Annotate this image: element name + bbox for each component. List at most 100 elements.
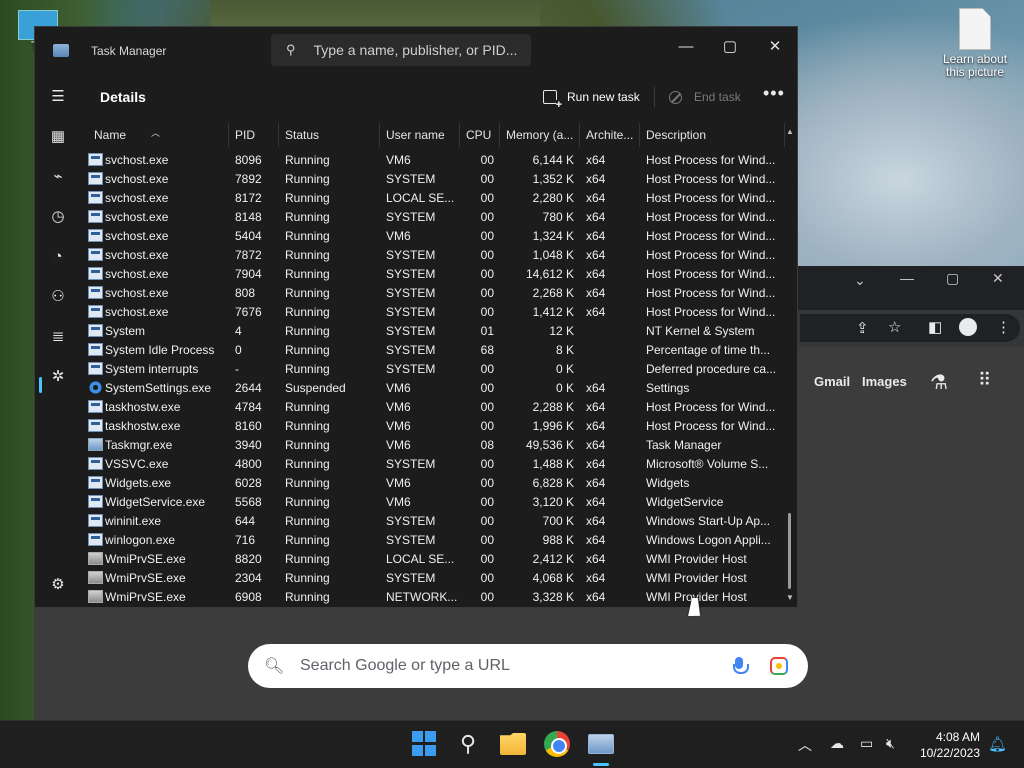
table-row[interactable]: SystemSettings.exe 2644 Suspended VM6 00 0 K x… bbox=[85, 379, 785, 398]
cell-memory: 988 K bbox=[500, 531, 580, 550]
chrome-address-bar[interactable] bbox=[800, 314, 1020, 342]
taskbar-search-icon[interactable]: ⚲ bbox=[455, 731, 481, 757]
table-row[interactable]: svchost.exe 7904 Running SYSTEM 00 14,612 K x6… bbox=[85, 265, 785, 284]
table-row[interactable]: svchost.exe 8172 Running LOCAL SE... 00 2,280… bbox=[85, 189, 785, 208]
processes-icon[interactable]: ▦ bbox=[48, 127, 68, 147]
cell-text: 49,536 K bbox=[525, 438, 574, 452]
table-row[interactable]: System 4 Running SYSTEM 01 12 K NT Kernel & Sy… bbox=[85, 322, 785, 341]
side-panel-icon[interactable]: ◧ bbox=[928, 318, 942, 336]
cell-memory: 700 K bbox=[500, 512, 580, 531]
column-header-cpu[interactable]: CPU bbox=[460, 123, 500, 147]
notification-bell-icon[interactable]: 🔔︎ bbox=[988, 735, 1007, 753]
cell-text: 00 bbox=[480, 457, 494, 471]
table-row[interactable]: taskhostw.exe 8160 Running VM6 00 1,996 K x64 H… bbox=[85, 417, 785, 436]
chrome-tab-search-button[interactable]: ⌄ bbox=[854, 272, 866, 289]
process-search-input[interactable]: ⚲ Type a name, publisher, or PID... bbox=[271, 34, 531, 66]
process-icon bbox=[88, 457, 103, 470]
hamburger-menu-icon[interactable]: ☰ bbox=[48, 87, 68, 107]
cell-status: Running bbox=[279, 246, 380, 265]
cell-text: x64 bbox=[586, 286, 606, 300]
settings-gear-icon[interactable]: ⚙ bbox=[48, 575, 68, 595]
table-row[interactable]: WmiPrvSE.exe 2304 Running SYSTEM 00 4,068 K x6… bbox=[85, 569, 785, 588]
chrome-menu-icon[interactable]: ⋮ bbox=[996, 318, 1011, 336]
cell-text: Host Process for Wind... bbox=[646, 229, 776, 243]
app-history-icon[interactable]: ◷ bbox=[48, 207, 68, 227]
column-header-pid[interactable]: PID bbox=[229, 123, 279, 147]
table-row[interactable]: WmiPrvSE.exe 8820 Running LOCAL SE... 00 2,41… bbox=[85, 550, 785, 569]
table-row[interactable]: Widgets.exe 6028 Running VM6 00 6,828 K x64 Wid… bbox=[85, 474, 785, 493]
performance-icon[interactable]: ⌁ bbox=[48, 167, 68, 187]
vertical-scrollbar[interactable]: ▲ ▼ bbox=[785, 127, 795, 605]
users-icon[interactable]: ⚇ bbox=[48, 287, 68, 307]
column-header-name[interactable]: Name ︿ bbox=[85, 123, 229, 147]
chrome-minimize-button[interactable]: — bbox=[900, 270, 914, 286]
column-header-user-name[interactable]: User name bbox=[380, 123, 460, 147]
cell-cpu: 00 bbox=[460, 303, 500, 322]
volume-muted-icon[interactable]: 🔇︎ bbox=[886, 735, 895, 752]
table-row[interactable]: svchost.exe 7872 Running SYSTEM 00 1,048 K x64… bbox=[85, 246, 785, 265]
desktop-icon-learn-about-picture[interactable]: Learn about this picture bbox=[936, 8, 1014, 79]
column-header-architecture[interactable]: Archite... bbox=[580, 123, 640, 147]
more-options-button[interactable]: ••• bbox=[763, 83, 785, 104]
cell-text: 12 K bbox=[549, 324, 574, 338]
scrollbar-thumb[interactable] bbox=[788, 513, 791, 589]
google-lens-icon[interactable] bbox=[770, 657, 788, 675]
labs-flask-icon[interactable]: ⚗ bbox=[930, 370, 948, 395]
cell-desc: Host Process for Wind... bbox=[640, 208, 785, 227]
table-row[interactable]: System Idle Process 0 Running SYSTEM 68 8 K Pe… bbox=[85, 341, 785, 360]
table-row[interactable]: winlogon.exe 716 Running SYSTEM 00 988 K x64 Wi… bbox=[85, 531, 785, 550]
gmail-link[interactable]: Gmail bbox=[814, 374, 850, 389]
minimize-button[interactable]: — bbox=[671, 33, 701, 61]
details-icon[interactable]: ≣ bbox=[48, 327, 68, 347]
microphone-icon[interactable] bbox=[732, 657, 749, 675]
table-row[interactable]: VSSVC.exe 4800 Running SYSTEM 00 1,488 K x64 Mi… bbox=[85, 455, 785, 474]
start-button[interactable] bbox=[412, 731, 438, 757]
profile-avatar[interactable] bbox=[959, 318, 977, 336]
task-manager-taskbar-icon[interactable] bbox=[588, 734, 614, 754]
file-explorer-icon[interactable] bbox=[500, 733, 526, 755]
table-row[interactable]: svchost.exe 808 Running SYSTEM 00 2,268 K x64 H… bbox=[85, 284, 785, 303]
table-row[interactable]: taskhostw.exe 4784 Running VM6 00 2,288 K x64 H… bbox=[85, 398, 785, 417]
scroll-down-arrow-icon[interactable]: ▼ bbox=[785, 593, 795, 602]
table-row[interactable]: wininit.exe 644 Running SYSTEM 00 700 K x64 Win… bbox=[85, 512, 785, 531]
scroll-up-arrow-icon[interactable]: ▲ bbox=[785, 127, 795, 136]
bookmark-star-icon[interactable]: ☆ bbox=[888, 318, 901, 336]
cell-text: Running bbox=[285, 267, 330, 281]
share-icon[interactable]: ⇪ bbox=[856, 319, 869, 337]
column-header-memory[interactable]: Memory (a... bbox=[500, 123, 580, 147]
cell-text: 00 bbox=[480, 514, 494, 528]
column-header-description[interactable]: Description bbox=[640, 123, 785, 147]
chrome-maximize-button[interactable]: ▢ bbox=[946, 270, 959, 287]
table-row[interactable]: svchost.exe 7676 Running SYSTEM 00 1,412 K x64… bbox=[85, 303, 785, 322]
table-row[interactable]: WidgetService.exe 5568 Running VM6 00 3,120 K… bbox=[85, 493, 785, 512]
table-row[interactable]: WmiPrvSE.exe 6908 Running NETWORK... 00 3,328… bbox=[85, 588, 785, 605]
process-icon bbox=[88, 362, 103, 375]
chrome-close-button[interactable]: ✕ bbox=[992, 270, 1004, 287]
apps-grid-icon[interactable]: ⠿ bbox=[978, 370, 991, 391]
table-row[interactable]: svchost.exe 8096 Running VM6 00 6,144 K x64 Hos… bbox=[85, 151, 785, 170]
task-manager-titlebar[interactable]: Task Manager ⚲ Type a name, publisher, o… bbox=[35, 27, 797, 75]
maximize-button[interactable]: ▢ bbox=[715, 33, 745, 61]
cell-cpu: 00 bbox=[460, 512, 500, 531]
show-hidden-icons-chevron-icon[interactable]: ︿ bbox=[798, 735, 812, 755]
run-new-task-button[interactable]: Run new task bbox=[543, 87, 640, 110]
column-header-status[interactable]: Status bbox=[279, 123, 380, 147]
chrome-taskbar-icon[interactable] bbox=[544, 731, 570, 757]
table-row[interactable]: svchost.exe 7892 Running SYSTEM 00 1,352 K x64… bbox=[85, 170, 785, 189]
table-row[interactable]: System interrupts - Running SYSTEM 00 0 K Defe… bbox=[85, 360, 785, 379]
cell-status: Running bbox=[279, 360, 380, 379]
table-row[interactable]: Taskmgr.exe 3940 Running VM6 08 49,536 K x64 Ta… bbox=[85, 436, 785, 455]
table-row[interactable]: svchost.exe 8148 Running SYSTEM 00 780 K x64 Ho… bbox=[85, 208, 785, 227]
close-button[interactable]: ✕ bbox=[760, 33, 790, 61]
images-link[interactable]: Images bbox=[862, 374, 907, 389]
table-row[interactable]: svchost.exe 5404 Running VM6 00 1,324 K x64 Hos… bbox=[85, 227, 785, 246]
end-task-button[interactable]: End task bbox=[669, 87, 741, 107]
cell-text: Running bbox=[285, 514, 330, 528]
network-icon[interactable]: ▭ bbox=[860, 735, 873, 752]
cell-status: Running bbox=[279, 531, 380, 550]
services-icon[interactable]: ✲ bbox=[48, 367, 68, 387]
cloud-sync-icon[interactable]: ☁ bbox=[830, 735, 844, 752]
system-clock[interactable]: 4:08 AM 10/22/2023 bbox=[914, 729, 980, 761]
google-search-box[interactable]: 🔍︎ Search Google or type a URL bbox=[248, 644, 808, 688]
startup-apps-icon[interactable]: ◔ bbox=[48, 247, 68, 267]
